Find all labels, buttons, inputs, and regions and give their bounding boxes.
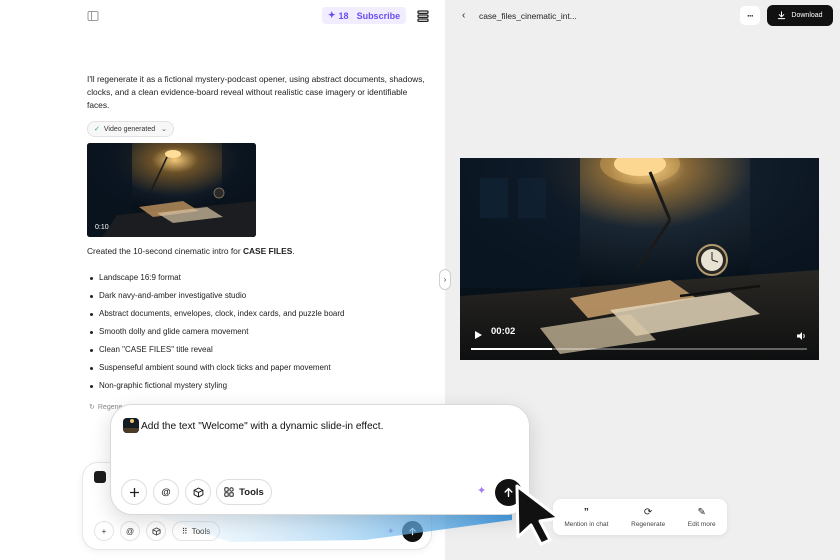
assistant-message: I'll regenerate it as a fictional myster…: [87, 74, 425, 110]
edit-more-button[interactable]: ✎ Edit more: [688, 507, 716, 528]
grid-icon: ⠿: [181, 526, 188, 536]
stack-icon[interactable]: [416, 9, 430, 23]
add-button[interactable]: +: [94, 521, 114, 541]
sparkle-icon: ✦: [477, 485, 487, 497]
progress-fill: [471, 348, 552, 350]
list-item: Non-graphic fictional mystery styling: [87, 380, 344, 398]
mention-button[interactable]: @: [120, 521, 140, 541]
pencil-icon: ✎: [697, 506, 706, 518]
attachment-thumbnail: [94, 471, 106, 483]
video-generated-chip[interactable]: ✓ Video generated ⌄: [87, 121, 174, 137]
progress-bar[interactable]: [471, 348, 807, 350]
project-name: CASE FILES: [242, 246, 293, 256]
cube-icon[interactable]: [185, 479, 211, 505]
download-button[interactable]: Download: [767, 5, 833, 26]
send-button[interactable]: [402, 521, 423, 542]
mention-button[interactable]: @: [153, 479, 179, 505]
credits-count: 18: [338, 10, 349, 21]
prompt-text[interactable]: Add the text "Welcome" with a dynamic sl…: [141, 421, 383, 432]
more-options-button[interactable]: ···: [740, 6, 760, 25]
collapse-pane-handle[interactable]: ›: [439, 269, 451, 290]
created-summary: Created the 10-second cinematic intro fo…: [87, 246, 295, 256]
left-gutter: [0, 0, 75, 560]
chevron-down-icon: ⌄: [161, 126, 167, 133]
feature-list: Landscape 16:9 format Dark navy-and-ambe…: [87, 272, 344, 398]
regenerate-button[interactable]: ⟳ Regenerate: [631, 507, 665, 528]
back-chevron-icon[interactable]: ‹: [462, 10, 465, 21]
list-item: Clean "CASE FILES" title reveal: [87, 344, 344, 362]
mention-in-chat-button[interactable]: ” Mention in chat: [564, 507, 608, 528]
play-icon[interactable]: [474, 327, 483, 345]
subscribe-link[interactable]: Subscribe: [357, 11, 401, 21]
quick-action-bar: ” Mention in chat ⟳ Regenerate ✎ Edit mo…: [553, 499, 727, 535]
grid-icon: [224, 487, 234, 497]
refresh-icon: ↻: [89, 404, 95, 411]
video-thumbnail[interactable]: 0:10: [87, 143, 256, 237]
list-item: Suspenseful ambient sound with clock tic…: [87, 362, 344, 380]
list-item: Dark navy-and-amber investigative studio: [87, 290, 344, 308]
cube-icon[interactable]: [146, 521, 166, 541]
credits-subscribe-pill[interactable]: ✦ 18 Subscribe: [322, 7, 407, 24]
tools-button[interactable]: ⠿ Tools: [172, 521, 220, 541]
tools-button[interactable]: Tools: [216, 479, 272, 505]
mouse-pointer-icon: [515, 484, 561, 546]
list-item: Landscape 16:9 format: [87, 272, 344, 290]
list-item: Abstract documents, envelopes, clock, in…: [87, 308, 344, 326]
thumbnail-duration: 0:10: [95, 224, 109, 231]
list-item: Smooth dolly and glide camera movement: [87, 326, 344, 344]
sparkle-icon: ✦: [387, 526, 395, 536]
volume-icon[interactable]: [796, 328, 807, 346]
video-player[interactable]: 00:02: [460, 158, 819, 360]
sparkle-icon: ✦: [328, 10, 336, 20]
file-title: case_files_cinematic_int...: [479, 11, 577, 21]
thumbnail-scene: [87, 143, 256, 237]
check-icon: ✓: [94, 126, 100, 133]
prompt-composer[interactable]: Add the text "Welcome" with a dynamic sl…: [110, 404, 530, 515]
quote-icon: ”: [583, 506, 589, 518]
add-button[interactable]: [121, 479, 147, 505]
attachment-thumbnail: [123, 418, 139, 433]
player-current-time: 00:02: [491, 326, 516, 337]
video-chip-label: Video generated: [103, 125, 156, 133]
download-icon: [778, 11, 786, 20]
refresh-icon: ⟳: [643, 506, 653, 518]
sidebar-toggle-icon[interactable]: [87, 9, 99, 21]
